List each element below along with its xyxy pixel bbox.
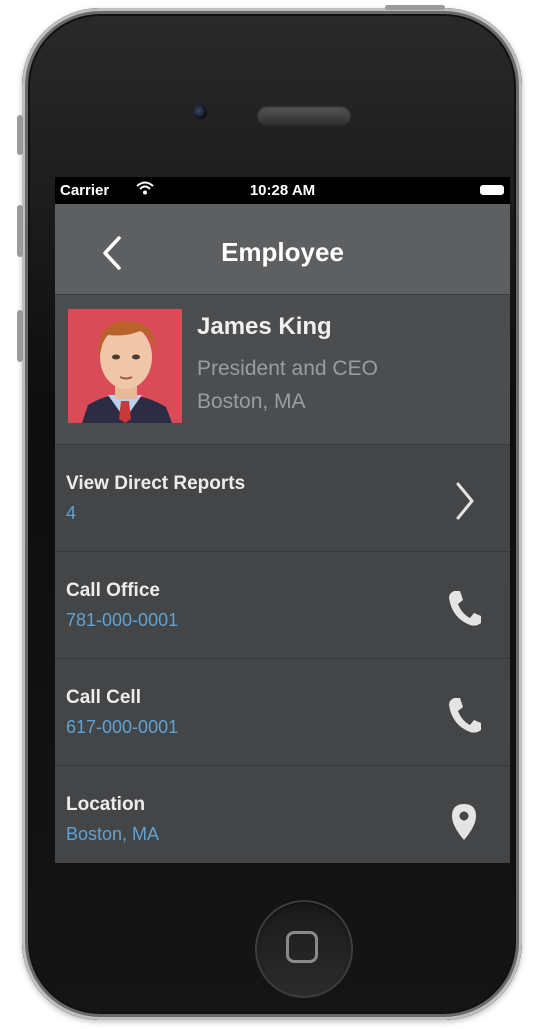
navigation-bar: Employee [55,204,510,295]
home-square-icon [286,931,318,963]
call-cell-row[interactable]: Call Cell 617-000-0001 [55,659,510,766]
employee-name: James King [197,313,332,340]
power-button [385,5,445,10]
location-value[interactable]: Boston, MA [66,824,159,845]
status-time: 10:28 AM [249,182,316,199]
phone-icon [449,698,481,733]
page-title: Employee [221,237,344,267]
status-bar: Carrier 10:28 AM [55,177,510,204]
employee-portrait [68,309,182,423]
app-screen: Carrier 10:28 AM Employee James King Pre… [55,177,510,863]
chevron-right-icon [456,482,474,520]
volume-up-button [17,205,23,257]
office-phone-number[interactable]: 781-000-0001 [66,610,178,631]
call-office-row[interactable]: Call Office 781-000-0001 [55,552,510,659]
row-label: Location [66,794,146,815]
location-row[interactable]: Location Boston, MA [55,766,510,863]
employee-profile: James King President and CEO Boston, MA [55,295,510,445]
earpiece-speaker [257,106,351,126]
row-label: View Direct Reports [66,473,246,494]
cell-phone-number[interactable]: 617-000-0001 [66,717,178,738]
phone-icon [449,591,481,626]
row-label: Call Office [66,580,160,601]
avatar [68,309,182,423]
employee-location: Boston, MA [197,390,306,413]
view-direct-reports-row[interactable]: View Direct Reports 4 [55,445,510,552]
mute-switch [17,115,23,155]
battery-icon [480,185,504,195]
home-button[interactable] [255,900,353,998]
employee-title: President and CEO [197,357,378,380]
map-pin-icon [452,804,476,840]
direct-reports-count: 4 [66,503,77,523]
front-camera [193,105,207,119]
volume-down-button [17,310,23,362]
row-label: Call Cell [66,687,141,708]
